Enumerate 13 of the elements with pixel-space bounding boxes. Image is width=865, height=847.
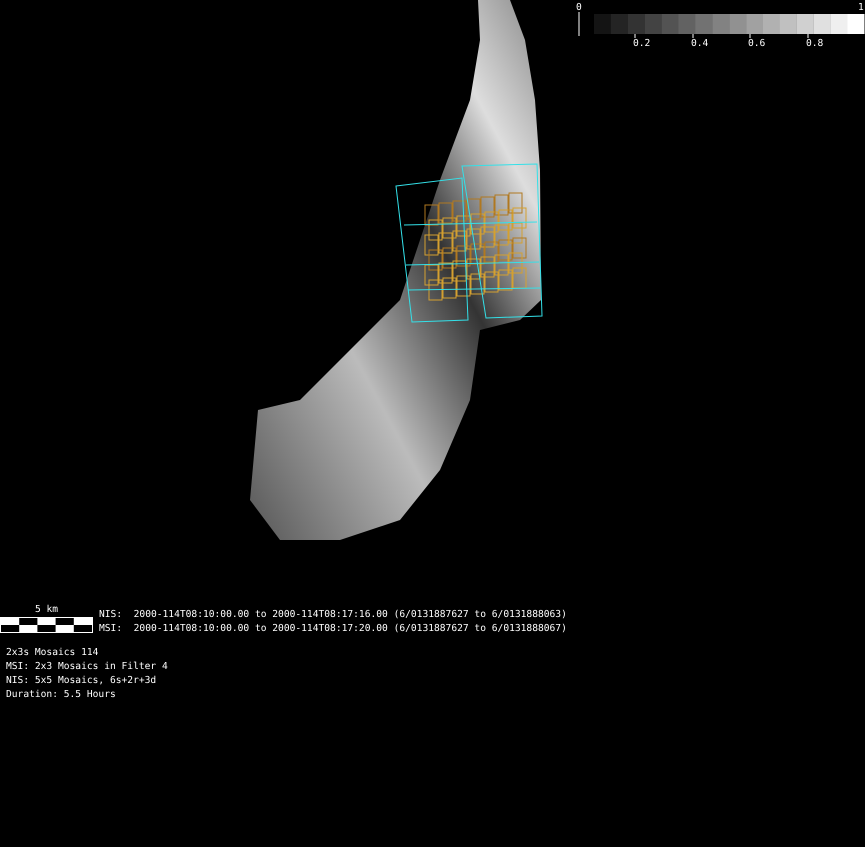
scale-label: 5 km [34,603,58,617]
colorbar-max-label: 1 [858,2,864,13]
colorbar-tick-label: 0.6 [748,38,766,49]
colorbar-tick-label: 0.4 [691,38,708,49]
colorbar-min-label: 0 [576,2,582,13]
info-text: NIS: 5x5 Mosaics, 6s+2r+3d [6,674,158,688]
info-text: MSI: 2x3 Mosaics in Filter 4 [6,660,169,674]
time-range-text: MSI: 2000-114T08:10:00.00 to 2000-114T08:17:20.00 (6/0131887627 to 6/0131888067) [99,622,567,636]
info-text: 2x3s Mosaics 114 [6,646,100,660]
time-range-text: NIS: 2000-114T08:10:00.00 to 2000-114T08:17:16.00 (6/0131887627 to 6/0131888063) [99,608,567,622]
colorbar-tick-label: 0.8 [806,38,824,49]
colorbar-tick-label: 0.2 [633,38,650,49]
info-text: Duration: 5.5 Hours [6,688,117,702]
